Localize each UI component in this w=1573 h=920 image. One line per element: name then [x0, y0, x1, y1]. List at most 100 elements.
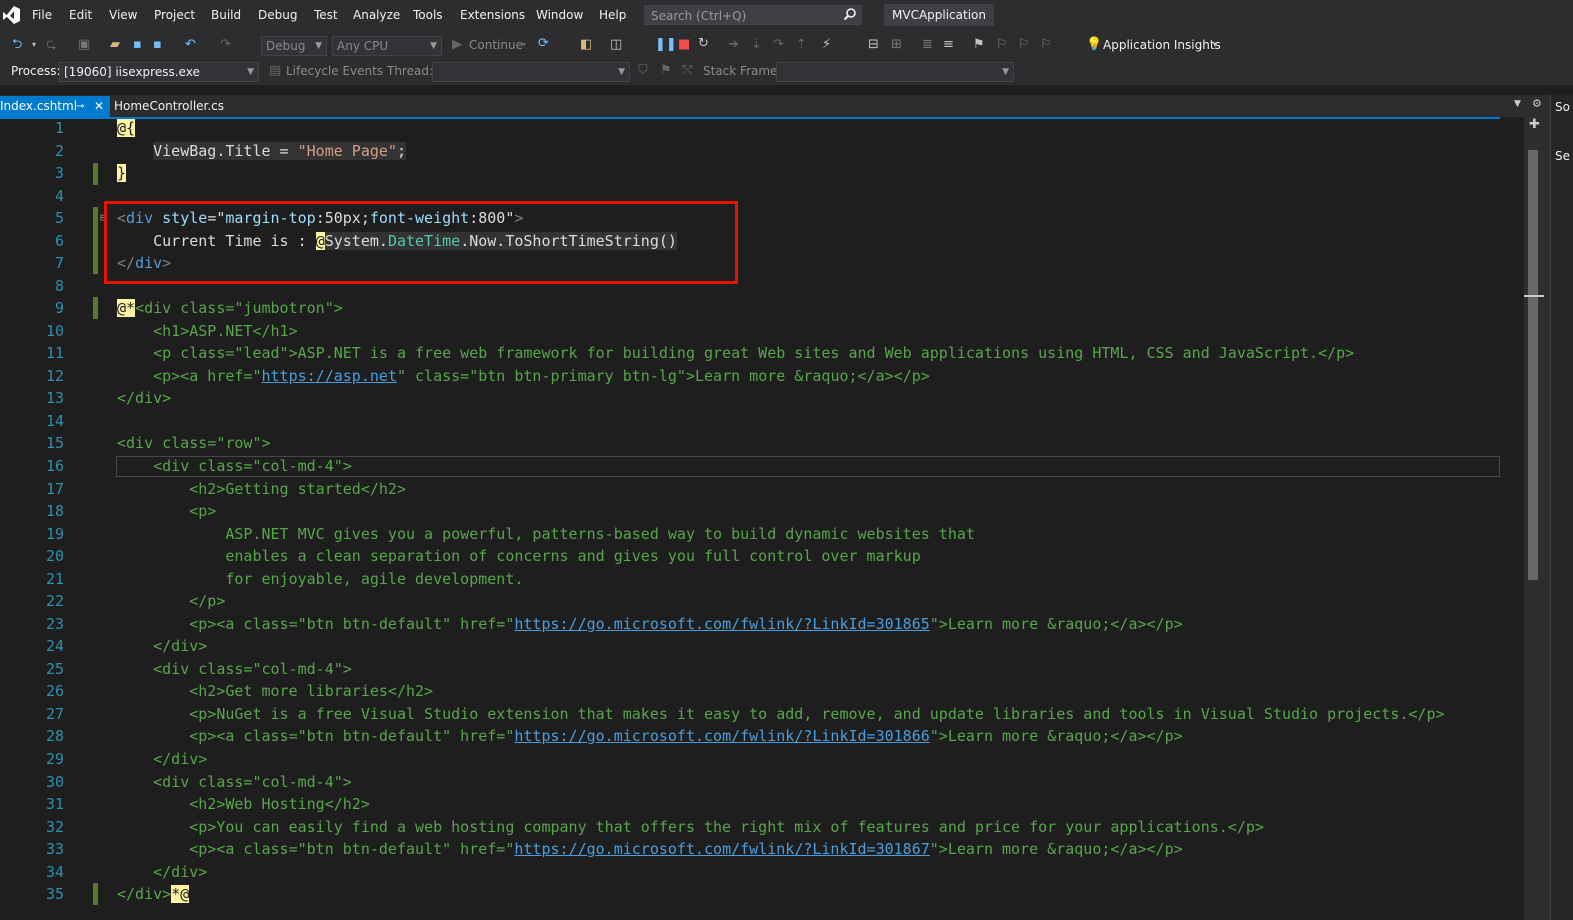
menu-view[interactable]: View	[109, 8, 137, 22]
outdent-icon[interactable]: ≡	[943, 37, 954, 53]
menu-window[interactable]: Window	[536, 8, 583, 22]
save-icon[interactable]: ▪	[133, 37, 142, 53]
flag-threads-icon[interactable]: ⚑	[660, 63, 672, 79]
code-text: <h1>ASP.NET</h1>	[117, 322, 298, 340]
screenshot-icon[interactable]: ◫	[610, 37, 622, 53]
menu-file[interactable]: File	[32, 8, 52, 22]
step-over-icon[interactable]: ↷	[773, 37, 784, 53]
panel-title[interactable]: So	[1555, 100, 1570, 114]
bookmark-icon[interactable]: ⚑	[973, 37, 985, 53]
link[interactable]: https://go.microsoft.com/fwlink/?LinkId=…	[514, 840, 929, 858]
line-number: 30	[45, 773, 64, 791]
application-insights-button[interactable]: Application Insights	[1103, 38, 1221, 52]
solution-configuration-select[interactable]: Debug ▼	[261, 36, 327, 56]
solution-platform-select[interactable]: Any CPU ▼	[332, 36, 442, 56]
code-line-13: 13 </div>	[0, 387, 1520, 409]
line-number: 27	[45, 705, 64, 723]
code-line-1: 1 @{	[0, 117, 1520, 139]
split-window-icon[interactable]: ✚	[1529, 117, 1540, 132]
next-bookmark-icon[interactable]: ⚐	[1018, 37, 1030, 53]
previous-bookmark-icon[interactable]: ⚐	[996, 37, 1008, 53]
refresh-icon[interactable]: ⟳	[538, 36, 549, 52]
stop-debugging-icon[interactable]: ■	[678, 37, 690, 53]
process-select[interactable]: [19060] iisexpress.exe ▼	[59, 62, 259, 82]
line-number: 17	[45, 480, 64, 498]
stack-frame-label: Stack Frame:	[703, 64, 782, 78]
solution-title: MVCApplication	[884, 4, 994, 26]
line-number: 3	[54, 164, 64, 182]
navigate-back-icon[interactable]: ⮌	[12, 37, 22, 53]
scrollbar-thumb[interactable]	[1528, 150, 1538, 580]
code-text: <p>NuGet is a free Visual Studio extensi…	[117, 705, 1445, 723]
restart-icon[interactable]: ↻	[698, 36, 709, 52]
clear-bookmarks-icon[interactable]: ⚐	[1040, 37, 1052, 53]
continue-dropdown-icon[interactable]: ▾	[522, 37, 526, 53]
pin-icon[interactable]: ⊸	[76, 96, 84, 117]
continue-label[interactable]: Continue	[469, 38, 523, 52]
code-text: <div class="col-md-4">	[117, 660, 352, 678]
line-number: 13	[45, 389, 64, 407]
token: {	[126, 119, 136, 137]
menu-project[interactable]: Project	[154, 8, 195, 22]
token: " class="btn btn-primary btn-lg">Learn m…	[396, 367, 930, 385]
app-insights-dropdown-icon[interactable]: ▾	[1213, 37, 1217, 53]
menu-test[interactable]: Test	[314, 8, 338, 22]
link[interactable]: https://asp.net	[262, 367, 397, 385]
lifecycle-events-button[interactable]: Lifecycle Events	[286, 64, 383, 78]
indent-icon[interactable]: ≣	[922, 37, 933, 53]
menu-tools[interactable]: Tools	[413, 8, 443, 22]
close-tab-icon[interactable]: ✕	[94, 96, 104, 117]
menu-build[interactable]: Build	[211, 8, 241, 22]
panel-search-label[interactable]: Se	[1555, 149, 1570, 163]
razor-block: ViewBag.Title = "Home Page";	[153, 142, 406, 160]
link[interactable]: https://go.microsoft.com/fwlink/?LinkId=…	[514, 727, 929, 745]
redo-icon[interactable]: ↷	[220, 37, 231, 53]
menu-extensions[interactable]: Extensions	[460, 8, 525, 22]
browser-link-icon[interactable]: ◧	[580, 37, 592, 53]
code-line-9: 9 @*<div class="jumbotron">	[0, 297, 1520, 319]
comment-icon[interactable]: ⊟	[868, 37, 879, 53]
step-out-icon[interactable]: ⇡	[796, 37, 807, 53]
open-file-icon[interactable]: ▰	[110, 37, 120, 53]
line-number: 7	[54, 254, 64, 272]
menu-debug[interactable]: Debug	[258, 8, 297, 22]
code-line-17: 17 <h2>Getting started</h2>	[0, 478, 1520, 500]
show-next-statement-icon[interactable]: ➔	[728, 37, 739, 53]
code-text: ViewBag.Title = "Home Page";	[117, 140, 406, 162]
stack-frame-select[interactable]: ▼	[776, 62, 1014, 82]
continue-icon[interactable]: ▶	[452, 37, 462, 53]
standard-toolbar: ⮌ ▾ ⮎ ▣ ▰ ▪ ▪ ↶ ↷ Debug ▼ Any CPU ▼ ▶ Co…	[0, 31, 1573, 59]
code-line-19: 19 ASP.NET MVC gives you a powerful, pat…	[0, 523, 1520, 545]
new-project-icon[interactable]: ▣	[78, 37, 90, 53]
tab-homecontroller-cs[interactable]: HomeController.cs	[114, 96, 224, 117]
scroll-position-marker	[1524, 295, 1544, 297]
menu-analyze[interactable]: Analyze	[353, 8, 400, 22]
line-number: 35	[45, 885, 64, 903]
line-number: 4	[54, 187, 64, 205]
uncomment-icon[interactable]: ⊞	[891, 37, 902, 53]
settings-gear-icon[interactable]: ⚙	[1532, 97, 1542, 110]
break-all-icon[interactable]: ❚❚	[655, 37, 677, 53]
tab-index-cshtml[interactable]: Index.cshtml ⊸ ✕	[0, 96, 110, 117]
save-all-icon[interactable]: ▪	[153, 37, 162, 53]
line-number: 29	[45, 750, 64, 768]
filter-icon[interactable]: ⛉	[638, 63, 648, 79]
link[interactable]: https://go.microsoft.com/fwlink/?LinkId=…	[514, 615, 929, 633]
menu-help[interactable]: Help	[599, 8, 626, 22]
split-stacks-icon[interactable]: ⤲	[682, 63, 692, 79]
back-dropdown-icon[interactable]: ▾	[32, 37, 36, 53]
thread-select[interactable]: ▼	[432, 62, 630, 82]
tab-overflow-icon[interactable]: ▼	[1514, 99, 1521, 109]
code-text: </div>	[117, 637, 208, 655]
undo-icon[interactable]: ↶	[185, 37, 196, 53]
solution-explorer-panel: So Se	[1550, 95, 1573, 920]
step-into-icon[interactable]: ⇣	[751, 37, 762, 53]
code-text: <p>You can easily find a web hosting com…	[117, 818, 1264, 836]
search-box[interactable]: Search (Ctrl+Q)	[644, 5, 862, 25]
chevron-down-icon: ▼	[618, 67, 625, 77]
navigate-forward-icon[interactable]: ⮎	[46, 37, 56, 53]
code-text: <h2>Get more libraries</h2>	[117, 682, 434, 700]
menu-edit[interactable]: Edit	[69, 8, 92, 22]
hot-reload-icon[interactable]: ⚡	[822, 37, 831, 53]
token: ">Learn more &raquo;</a></p>	[929, 840, 1183, 858]
